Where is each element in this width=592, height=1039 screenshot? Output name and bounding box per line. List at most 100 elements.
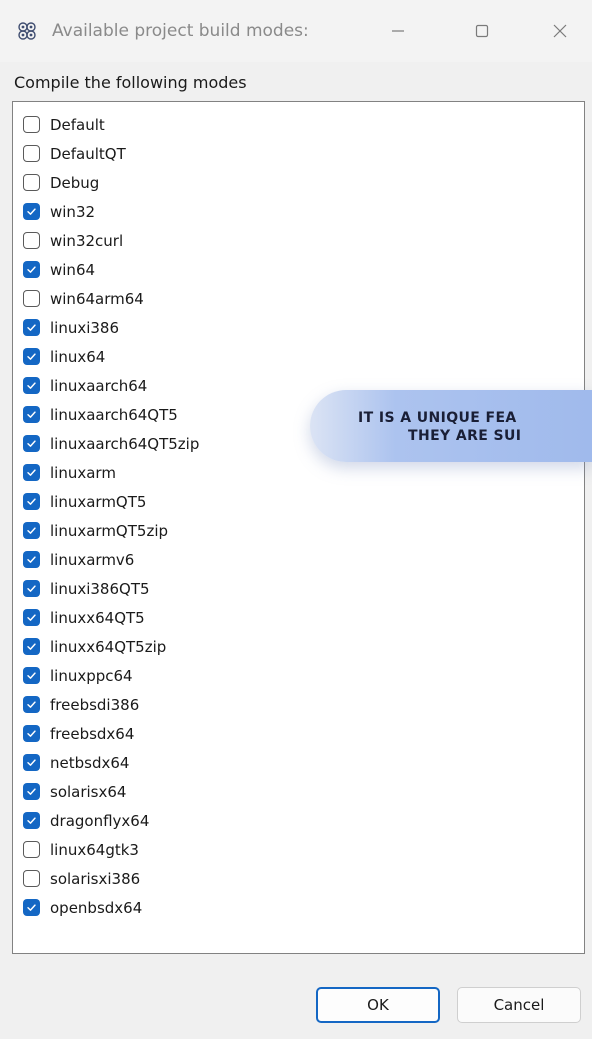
checkbox-checked[interactable] [23,609,40,626]
list-item[interactable]: linuxarmQT5 [13,487,584,516]
mode-label: dragonflyx64 [50,811,150,830]
checkbox-checked[interactable] [23,435,40,452]
minimize-button[interactable] [378,14,418,48]
mode-label: linuxaarch64QT5zip [50,434,200,453]
checkmark-icon [27,614,36,621]
list-item[interactable]: netbsdx64 [13,748,584,777]
list-item[interactable]: linuxarm [13,458,584,487]
checkbox-checked[interactable] [23,464,40,481]
callout-line-2: THEY ARE SUI [408,428,522,444]
mode-label: linuxarmQT5 [50,492,147,511]
checkmark-icon [27,353,36,360]
list-item[interactable]: linuxarmQT5zip [13,516,584,545]
mode-label: win64 [50,260,96,279]
checkmark-icon [27,324,36,331]
list-item[interactable]: freebsdx64 [13,719,584,748]
checkbox-checked[interactable] [23,377,40,394]
mode-label: openbsdx64 [50,898,143,917]
list-item[interactable]: linux64 [13,342,584,371]
list-item[interactable]: linux64gtk3 [13,835,584,864]
mode-label: linuxarmv6 [50,550,135,569]
checkbox-checked[interactable] [23,638,40,655]
checkmark-icon [27,759,36,766]
list-item[interactable]: win64arm64 [13,284,584,313]
close-button[interactable] [540,14,580,48]
checkmark-icon [27,266,36,273]
checkmark-icon [27,904,36,911]
mode-label: freebsdx64 [50,724,135,743]
list-item[interactable]: DefaultQT [13,139,584,168]
checkmark-icon [27,672,36,679]
checkbox-unchecked[interactable] [23,145,40,162]
list-item[interactable]: dragonflyx64 [13,806,584,835]
section-label: Compile the following modes [14,73,247,92]
list-item[interactable]: linuxi386QT5 [13,574,584,603]
mode-label: win32 [50,202,96,221]
checkbox-checked[interactable] [23,261,40,278]
maximize-button[interactable] [462,14,502,48]
list-item[interactable]: freebsdi386 [13,690,584,719]
list-item[interactable]: linuxarmv6 [13,545,584,574]
checkbox-checked[interactable] [23,319,40,336]
checkbox-checked[interactable] [23,203,40,220]
list-item[interactable]: openbsdx64 [13,893,584,922]
checkbox-checked[interactable] [23,667,40,684]
mode-label: win32curl [50,231,124,250]
checkbox-unchecked[interactable] [23,290,40,307]
checkbox-unchecked[interactable] [23,870,40,887]
mode-label: linux64gtk3 [50,840,139,859]
mode-label: win64arm64 [50,289,144,308]
checkmark-icon [27,556,36,563]
checkbox-unchecked[interactable] [23,116,40,133]
list-item[interactable]: linuxppc64 [13,661,584,690]
checkbox-checked[interactable] [23,899,40,916]
checkbox-checked[interactable] [23,754,40,771]
checkbox-checked[interactable] [23,348,40,365]
checkmark-icon [27,585,36,592]
list-item[interactable]: linuxi386 [13,313,584,342]
mode-label: freebsdi386 [50,695,140,714]
checkmark-icon [27,527,36,534]
checkbox-unchecked[interactable] [23,174,40,191]
list-item[interactable]: linuxx64QT5 [13,603,584,632]
checkbox-checked[interactable] [23,493,40,510]
checkbox-checked[interactable] [23,725,40,742]
list-item[interactable]: win32curl [13,226,584,255]
checkbox-checked[interactable] [23,783,40,800]
modes-list: Default DefaultQT Debug win32 win32curl win64… [13,110,584,922]
checkbox-unchecked[interactable] [23,841,40,858]
checkmark-icon [27,701,36,708]
mode-label: Default [50,115,105,134]
checkbox-checked[interactable] [23,812,40,829]
mode-label: linuxx64QT5 [50,608,145,627]
list-item[interactable]: solarisx64 [13,777,584,806]
mode-label: linux64 [50,347,106,366]
mode-label: linuxaarch64QT5 [50,405,178,424]
checkmark-icon [27,643,36,650]
checkmark-icon [27,382,36,389]
list-item[interactable]: win32 [13,197,584,226]
dialog-footer: OK Cancel [0,954,592,1039]
checkmark-icon [27,411,36,418]
list-item[interactable]: linuxx64QT5zip [13,632,584,661]
checkbox-checked[interactable] [23,551,40,568]
mode-label: solarisx64 [50,782,127,801]
title-bar[interactable]: Available project build modes: [0,0,592,62]
minimize-icon [392,30,404,32]
list-item[interactable]: solarisxi386 [13,864,584,893]
checkbox-checked[interactable] [23,696,40,713]
mode-label: solarisxi386 [50,869,141,888]
list-item[interactable]: Default [13,110,584,139]
build-modes-list[interactable]: Default DefaultQT Debug win32 win32curl win64… [12,101,585,954]
checkbox-checked[interactable] [23,406,40,423]
checkbox-unchecked[interactable] [23,232,40,249]
window-title: Available project build modes: [52,21,309,41]
checkbox-checked[interactable] [23,580,40,597]
checkbox-checked[interactable] [23,522,40,539]
checkmark-icon [27,440,36,447]
cancel-button[interactable]: Cancel [457,987,581,1023]
ok-button[interactable]: OK [316,987,440,1023]
list-item[interactable]: win64 [13,255,584,284]
list-item[interactable]: Debug [13,168,584,197]
maximize-icon [475,24,489,38]
